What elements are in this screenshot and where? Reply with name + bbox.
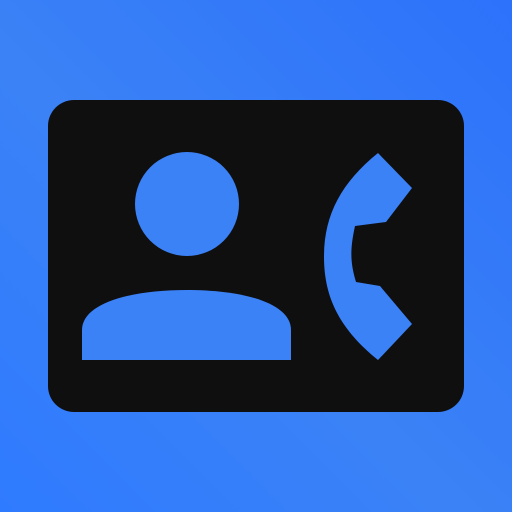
- person-icon: [82, 152, 291, 360]
- person-body: [82, 290, 291, 360]
- app-icon[interactable]: [0, 0, 512, 512]
- contact-phone-icon: [82, 152, 412, 360]
- person-head: [135, 152, 239, 256]
- phone-handset: [324, 153, 412, 360]
- contact-card: [48, 100, 464, 412]
- phone-handset-icon: [324, 153, 412, 360]
